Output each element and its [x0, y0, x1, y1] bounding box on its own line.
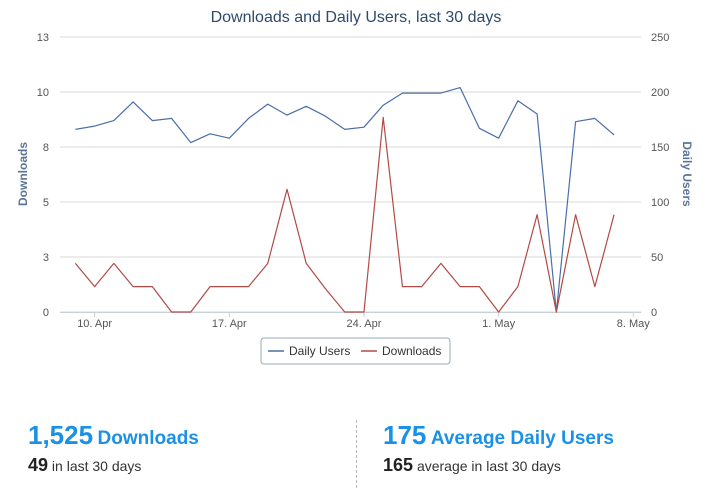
- right-tick-label: 0: [651, 307, 657, 319]
- legend-daily-users[interactable]: Daily Users: [289, 344, 350, 358]
- x-tick-label: 24. Apr: [347, 318, 382, 330]
- left-tick-label: 3: [43, 252, 49, 264]
- users-stat: 175 Average Daily Users 165 average in l…: [383, 420, 614, 476]
- downloads-recent-label: in last 30 days: [51, 458, 142, 474]
- x-tick-label: 10. Apr: [77, 318, 112, 330]
- left-tick-label: 0: [43, 307, 49, 319]
- x-axis-ticks: 10. Apr 17. Apr 24. Apr 1. May 8. May: [60, 312, 650, 330]
- downloads-label: Downloads: [97, 428, 199, 449]
- right-tick-label: 100: [651, 197, 669, 209]
- downloads-headline: 1,525 Downloads: [28, 420, 199, 451]
- stats-divider: [356, 420, 357, 488]
- users-label: Average Daily Users: [430, 428, 614, 449]
- left-tick-label: 8: [43, 142, 49, 154]
- users-recent-line: 165 average in last 30 days: [383, 455, 614, 476]
- left-tick-label: 13: [37, 32, 49, 44]
- x-tick-label: 1. May: [482, 318, 516, 330]
- right-tick-label: 50: [651, 252, 663, 264]
- downloads-recent-line: 49 in last 30 days: [28, 455, 199, 476]
- left-tick-label: 10: [37, 87, 49, 99]
- x-tick-label: 8. May: [617, 318, 651, 330]
- right-tick-label: 250: [651, 32, 669, 44]
- users-total: 175: [383, 420, 427, 450]
- users-recent-label: average in last 30 days: [416, 458, 561, 474]
- right-tick-label: 150: [651, 142, 669, 154]
- left-axis-ticks: 0 3 5 8 10 13: [37, 32, 49, 319]
- downloads-total: 1,525: [28, 420, 94, 450]
- chart-title: Downloads and Daily Users, last 30 days: [211, 9, 502, 26]
- stats-panel: 1,525 Downloads 49 in last 30 days 175 A…: [0, 410, 724, 488]
- users-headline: 175 Average Daily Users: [383, 420, 614, 451]
- series-line-daily-users: [75, 86, 615, 313]
- x-tick-label: 17. Apr: [212, 318, 247, 330]
- right-axis-label: Daily Users: [680, 141, 694, 207]
- series-lines: [74, 86, 615, 313]
- legend-downloads[interactable]: Downloads: [382, 344, 441, 358]
- right-axis-ticks: 0 50 100 150 200 250: [651, 32, 669, 319]
- right-tick-label: 200: [651, 87, 669, 99]
- legend: Daily Users Downloads: [260, 337, 451, 365]
- users-recent: 165: [383, 455, 414, 475]
- downloads-users-chart: Downloads and Daily Users, last 30 days …: [16, 9, 694, 365]
- downloads-stat: 1,525 Downloads 49 in last 30 days: [28, 420, 199, 476]
- left-axis-label: Downloads: [16, 142, 30, 206]
- left-tick-label: 5: [43, 197, 49, 209]
- grid-lines: [60, 36, 641, 313]
- downloads-recent: 49: [28, 455, 49, 475]
